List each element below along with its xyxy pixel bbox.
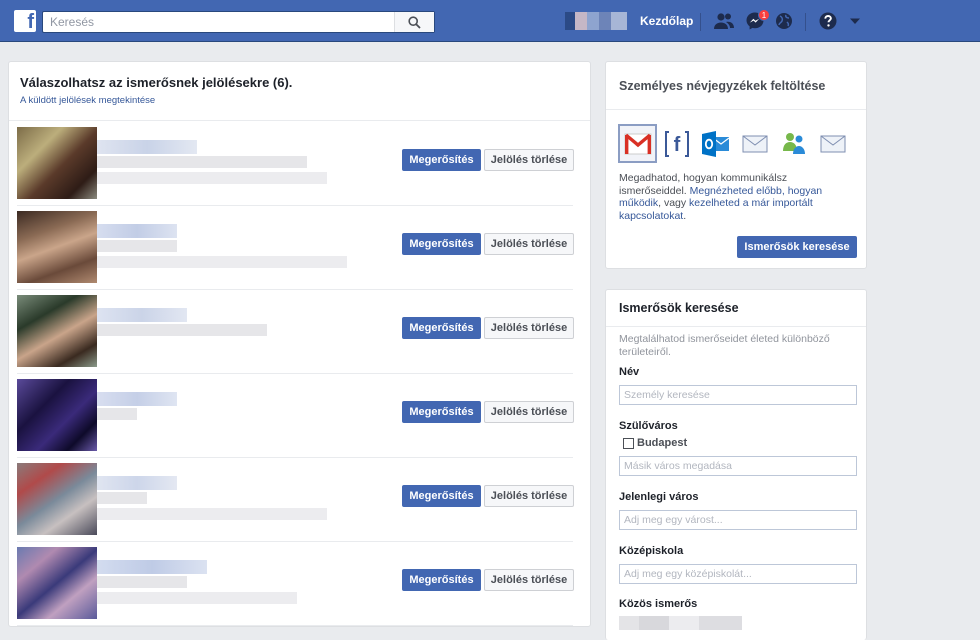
friend-request-row: Megerősítés Jelölés törlése <box>9 290 590 374</box>
delete-request-button[interactable]: Jelölés törlése <box>484 317 574 339</box>
friend-request-row: Megerősítés Jelölés törlése <box>9 122 590 206</box>
friend-search-card: Ismerősök keresése Megtalálhatod ismerős… <box>605 289 867 640</box>
contacts-description: Megadhatod, hogyan kommunikálsz ismerőse… <box>619 172 855 222</box>
hometown-option-label: Budapest <box>637 437 688 449</box>
confirm-button[interactable]: Megerősítés <box>402 149 481 171</box>
search-icon <box>408 15 421 29</box>
mutual-friends-text <box>97 240 177 252</box>
gmail-icon[interactable] <box>618 124 657 163</box>
mail-icon[interactable] <box>813 124 852 163</box>
requester-name[interactable] <box>97 560 207 574</box>
top-navigation-bar: f Kezdőlap 1 <box>0 0 980 42</box>
search-card-title: Ismerősök keresése <box>606 290 866 327</box>
requester-info-text <box>97 508 327 520</box>
confirm-button[interactable]: Megerősítés <box>402 569 481 591</box>
current-city-label: Jelenlegi város <box>619 491 699 503</box>
profile-avatar[interactable] <box>565 12 627 30</box>
requests-title: Válaszolhatsz az ismerősnek jelölésekre … <box>20 75 293 90</box>
search-button[interactable] <box>394 12 434 32</box>
requester-name[interactable] <box>97 140 197 154</box>
contacts-upload-card: Személyes névjegyzékek feltöltése f Mega… <box>605 61 867 269</box>
mutual-friend-option[interactable] <box>619 616 742 630</box>
facebook-icon[interactable]: f <box>657 124 696 163</box>
requester-name[interactable] <box>97 224 177 238</box>
mail-icon[interactable] <box>735 124 774 163</box>
delete-request-button[interactable]: Jelölés törlése <box>484 233 574 255</box>
help-icon[interactable] <box>817 10 839 32</box>
mutual-friends-text <box>97 324 267 336</box>
avatar[interactable] <box>17 127 97 199</box>
contacts-card-title: Személyes névjegyzékek feltöltése <box>606 62 866 110</box>
other-city-input[interactable] <box>619 456 857 476</box>
contact-providers: f <box>618 124 852 163</box>
friend-request-row: Megerősítés Jelölés törlése <box>9 374 590 458</box>
current-city-input[interactable] <box>619 510 857 530</box>
facebook-logo-letter: f <box>27 11 34 33</box>
mutual-friends-text <box>97 156 307 168</box>
find-friends-button[interactable]: Ismerősök keresése <box>737 236 857 258</box>
highschool-label: Középiskola <box>619 545 684 557</box>
hometown-checkbox[interactable] <box>623 437 634 449</box>
avatar[interactable] <box>17 295 97 367</box>
name-label: Név <box>619 366 640 378</box>
mutual-friend-label: Közös ismerős <box>619 598 698 610</box>
nav-divider <box>700 13 701 31</box>
outlook-icon[interactable] <box>696 124 735 163</box>
search-input[interactable] <box>43 12 394 32</box>
friend-request-row: Megerősítés Jelölés törlése <box>9 542 590 626</box>
globe-icon[interactable] <box>773 10 795 32</box>
requester-name[interactable] <box>97 308 187 322</box>
highschool-input[interactable] <box>619 564 857 584</box>
search-bar <box>42 11 435 33</box>
requester-name[interactable] <box>97 476 177 490</box>
messages-badge: 1 <box>758 9 770 21</box>
friend-request-row: Megerősítés Jelölés törlése <box>9 458 590 542</box>
requester-name[interactable] <box>97 392 177 406</box>
contacts-text: . <box>683 209 687 222</box>
confirm-button[interactable]: Megerősítés <box>402 401 481 423</box>
friend-requests-panel: Válaszolhatsz az ismerősnek jelölésekre … <box>8 61 591 627</box>
delete-request-button[interactable]: Jelölés törlése <box>484 149 574 171</box>
hometown-label: Szülőváros <box>619 420 678 432</box>
divider <box>9 120 590 121</box>
nav-divider <box>805 13 806 31</box>
svg-text:f: f <box>673 134 680 156</box>
name-search-input[interactable] <box>619 385 857 405</box>
caret-down-icon[interactable] <box>844 10 866 32</box>
mutual-friends-text <box>97 492 147 504</box>
facebook-logo-icon[interactable]: f <box>14 10 36 33</box>
avatar[interactable] <box>17 463 97 535</box>
windows-live-icon[interactable] <box>774 124 813 163</box>
mutual-friends-text <box>97 408 137 420</box>
requester-info-text <box>97 592 297 604</box>
home-link[interactable]: Kezdőlap <box>640 14 693 28</box>
avatar[interactable] <box>17 379 97 451</box>
requester-info-text <box>97 172 327 184</box>
hometown-option: Budapest <box>623 437 687 449</box>
requester-info-text <box>97 256 347 268</box>
delete-request-button[interactable]: Jelölés törlése <box>484 485 574 507</box>
avatar[interactable] <box>17 547 97 619</box>
confirm-button[interactable]: Megerősítés <box>402 317 481 339</box>
friends-icon[interactable] <box>713 10 735 32</box>
delete-request-button[interactable]: Jelölés törlése <box>484 401 574 423</box>
confirm-button[interactable]: Megerősítés <box>402 233 481 255</box>
search-card-description: Megtalálhatod ismerőseidet életed különb… <box>619 333 830 358</box>
avatar[interactable] <box>17 211 97 283</box>
contacts-text: , vagy <box>658 197 690 209</box>
delete-request-button[interactable]: Jelölés törlése <box>484 569 574 591</box>
friend-request-row: Megerősítés Jelölés törlése <box>9 206 590 290</box>
confirm-button[interactable]: Megerősítés <box>402 485 481 507</box>
mutual-friends-text <box>97 576 187 588</box>
sent-requests-link[interactable]: A küldött jelölések megtekintése <box>20 95 155 106</box>
